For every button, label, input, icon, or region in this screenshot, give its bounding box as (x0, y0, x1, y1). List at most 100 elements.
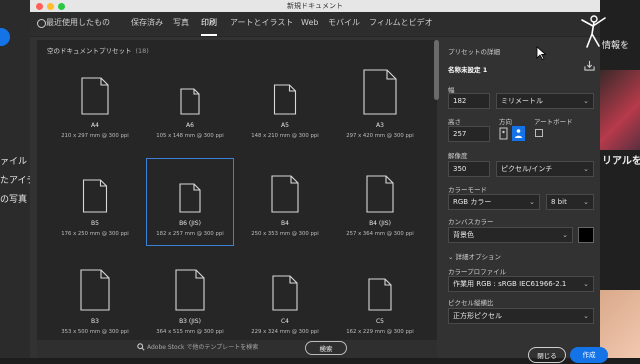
tab-mobile[interactable]: モバイル (328, 12, 360, 34)
chevron-down-icon: ⌄ (448, 253, 456, 261)
tab-photo[interactable]: 写真 (173, 12, 189, 34)
preset-name: B4 (JIS) (369, 220, 391, 227)
tab-saved[interactable]: 保存済み (131, 12, 163, 34)
width-unit-select[interactable]: ミリメートル ⌄ (496, 93, 594, 109)
resolution-unit-select[interactable]: ピクセル/インチ ⌄ (496, 161, 594, 177)
preset-grid-title: 空のドキュメントプリセット (18) (47, 45, 149, 55)
document-name-field[interactable]: 名称未設定 1 (448, 64, 487, 74)
person-icon (515, 129, 522, 138)
preset-scrollbar[interactable] (434, 40, 439, 340)
canvas-color-value: 背景色 (453, 231, 474, 239)
portrait-orientation-icon[interactable] (499, 127, 508, 140)
height-input[interactable]: 257 (448, 126, 490, 142)
preset-name: A3 (376, 122, 384, 129)
preset-card[interactable]: A3 297 x 420 mm @ 300 ppi (336, 60, 424, 148)
preset-details-panel: プリセットの詳細 名称未設定 1 幅 182 ミリメートル ⌄ 高さ 方向 アート… (444, 40, 608, 363)
preset-count: (18) (135, 47, 149, 55)
preset-size: 297 x 420 mm @ 300 ppi (346, 133, 414, 139)
preset-card[interactable]: B3 353 x 500 mm @ 300 ppi (51, 256, 139, 344)
scrollbar-thumb[interactable] (434, 40, 439, 100)
chevron-down-icon: ⌄ (583, 165, 589, 173)
color-mode-label: カラーモード (448, 186, 487, 194)
canvas-color-swatch[interactable] (578, 227, 594, 243)
document-icon (273, 84, 297, 115)
color-profile-select[interactable]: 作業用 RGB : sRGB IEC61966-2.1 ⌄ (448, 276, 594, 292)
advanced-options-label: 詳細オプション (455, 253, 502, 261)
document-icon (82, 179, 108, 213)
background-text: リアルを (602, 156, 640, 167)
tab-recent[interactable]: 最近使用したもの (46, 12, 110, 34)
advanced-options-toggle[interactable]: ⌄ 詳細オプション (448, 251, 501, 261)
document-icon (80, 269, 110, 311)
artboard-checkbox[interactable] (535, 129, 543, 137)
preset-size: 257 x 364 mm @ 300 ppi (346, 231, 414, 237)
width-unit-value: ミリメートル (501, 97, 543, 105)
save-preset-icon[interactable] (584, 60, 595, 71)
preset-grid: 空のドキュメントプリセット (18) A4 210 x 297 mm @ 300 p… (37, 40, 437, 358)
adobe-stock-bar: Adobe Stock で他のテンプレートを検索 検索 (37, 340, 437, 358)
preset-name: C5 (375, 318, 384, 325)
preset-size: 162 x 229 mm @ 300 ppi (346, 329, 414, 335)
height-label: 高さ (448, 118, 461, 126)
color-profile-label: カラープロファイル (448, 268, 507, 276)
preset-card[interactable]: C5 162 x 229 mm @ 300 ppi (336, 256, 424, 344)
category-tabs: 最近使用したもの 保存済み 写真 印刷 アートとイラスト Web モバイル フィ… (30, 12, 600, 37)
tab-art-illustration[interactable]: アートとイラスト (230, 12, 293, 34)
chevron-down-icon: ⌄ (583, 280, 589, 288)
preset-card[interactable]: C4 229 x 324 mm @ 300 ppi (241, 256, 329, 344)
minimize-window-button[interactable] (47, 3, 54, 10)
chevron-down-icon: ⌄ (583, 312, 589, 320)
color-mode-select[interactable]: RGB カラー ⌄ (448, 194, 540, 210)
preset-card[interactable]: B6 (JIS) 182 x 257 mm @ 300 ppi (146, 158, 234, 246)
color-profile-value: 作業用 RGB : sRGB IEC61966-2.1 (453, 280, 567, 288)
document-icon (366, 175, 394, 213)
tab-print[interactable]: 印刷 (201, 12, 217, 36)
chevron-down-icon: ⌄ (583, 97, 589, 105)
portrait-orientation-button[interactable] (512, 126, 525, 141)
preset-card[interactable]: B4 (JIS) 257 x 364 mm @ 300 ppi (336, 158, 424, 246)
zoom-window-button[interactable] (58, 3, 65, 10)
preset-size: 210 x 297 mm @ 300 ppi (61, 133, 129, 139)
bit-depth-value: 8 bit (551, 198, 567, 206)
details-header: プリセットの詳細 (448, 48, 500, 56)
document-icon (179, 183, 201, 213)
preset-size: 182 x 257 mm @ 300 ppi (156, 231, 224, 237)
chevron-down-icon: ⌄ (529, 198, 535, 206)
tab-web[interactable]: Web (301, 12, 318, 34)
canvas-color-label: カンバスカラー (448, 218, 494, 226)
preset-card[interactable]: B4 250 x 353 mm @ 300 ppi (241, 158, 329, 246)
chevron-down-icon: ⌄ (583, 198, 589, 206)
background-text: の写真 (0, 195, 28, 205)
document-icon (363, 69, 397, 115)
preset-name: B5 (91, 220, 99, 227)
create-button[interactable]: 作成 (570, 347, 608, 363)
preset-card[interactable]: A5 148 x 210 mm @ 300 ppi (241, 60, 329, 148)
search-icon (137, 343, 145, 351)
preset-card[interactable]: A6 105 x 148 mm @ 300 ppi (146, 60, 234, 148)
mouse-cursor-icon (536, 46, 546, 60)
bit-depth-select[interactable]: 8 bit ⌄ (546, 194, 594, 210)
canvas-color-select[interactable]: 背景色 ⌄ (448, 227, 573, 243)
preset-grid-heading: 空のドキュメントプリセット (47, 47, 132, 55)
resolution-input[interactable]: 350 (448, 161, 490, 177)
stock-search-button[interactable]: 検索 (305, 341, 347, 355)
preset-name: A6 (186, 122, 194, 129)
close-window-button[interactable] (36, 3, 43, 10)
background-photo (600, 70, 640, 150)
preset-card[interactable]: B5 176 x 250 mm @ 300 ppi (51, 158, 139, 246)
chevron-down-icon: ⌄ (562, 231, 568, 239)
document-icon (81, 77, 109, 115)
artboard-label: アートボード (534, 118, 573, 126)
preset-card[interactable]: B3 (JIS) 364 x 515 mm @ 300 ppi (146, 256, 234, 344)
document-icon (180, 88, 200, 115)
preset-size: 229 x 324 mm @ 300 ppi (251, 329, 319, 335)
stock-search-text: Adobe Stock で他のテンプレートを検索 (147, 344, 259, 351)
width-input[interactable]: 182 (448, 93, 490, 109)
pixel-aspect-select[interactable]: 正方形ピクセル ⌄ (448, 308, 594, 324)
tab-film-video[interactable]: フィルムとビデオ (369, 12, 433, 34)
orientation-label: 方向 (499, 118, 512, 126)
close-button[interactable]: 閉じる (528, 347, 566, 363)
window-title: 新規ドキュメント (287, 2, 343, 10)
background-left-pane: ァイル たアイテム の写真 (0, 0, 44, 358)
preset-card[interactable]: A4 210 x 297 mm @ 300 ppi (51, 60, 139, 148)
